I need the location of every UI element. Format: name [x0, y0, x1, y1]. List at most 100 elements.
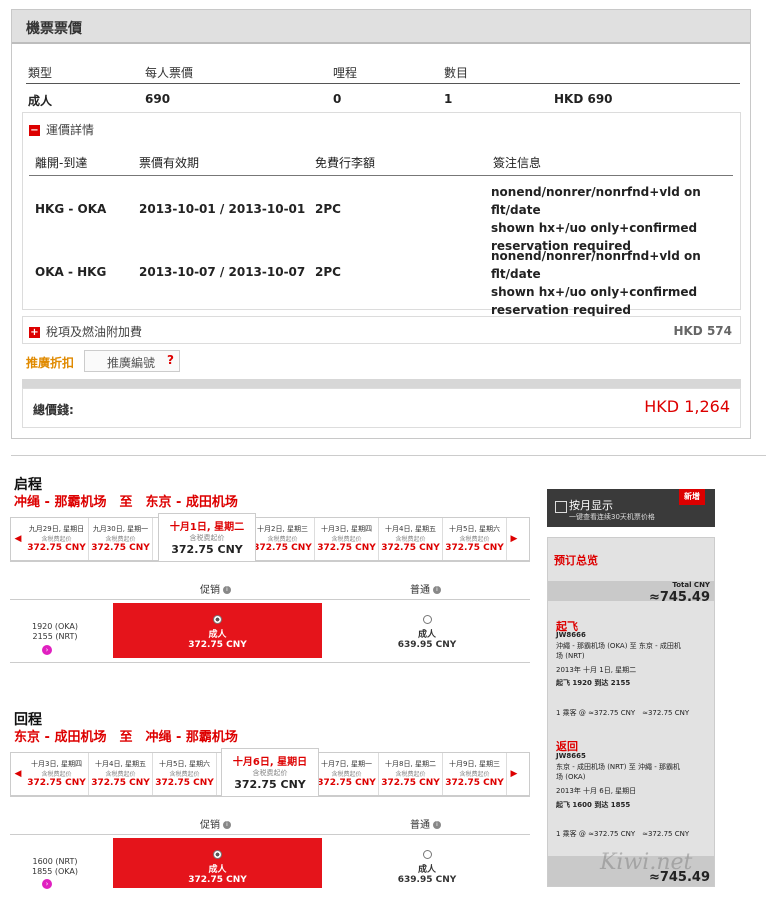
route-line: 东京 - 成田机场 (NRT) 至 沖繩 - 那霸机: [556, 763, 680, 771]
fare-pax: 成人: [208, 630, 227, 640]
date-label: 九月30日, 星期一: [92, 525, 149, 533]
date-option[interactable]: 九月29日, 星期日 含税费起价 372.75 CNY: [25, 518, 89, 560]
fare-detail-box: − 運價詳情 離開-到達 票價有效期 免費行李額 簽注信息 HKG - OKA 2…: [22, 112, 741, 317]
inbound-route: 东京 - 成田机场 至 冲绳 - 那霸机场: [14, 730, 238, 745]
detail-bag: 2PC: [315, 202, 341, 216]
date-option[interactable]: 十月5日, 星期六 含税费起价 372.75 CNY: [153, 753, 217, 795]
fare-title: 機票票價: [12, 10, 750, 44]
date-label: 十月3日, 星期四: [31, 760, 82, 768]
note-line: nonend/nonrer/nonrfnd+vld on flt/date: [491, 185, 701, 217]
radio-icon[interactable]: [422, 850, 432, 859]
date-label: 十月4日, 星期五: [385, 525, 436, 533]
date-sub: 含税费起价: [105, 771, 136, 778]
promo-column-header: 促销 i: [200, 581, 231, 596]
inbound-promo-fare[interactable]: 成人 372.75 CNY: [113, 838, 322, 888]
flight-info-icon[interactable]: ›: [42, 879, 52, 889]
tax-box[interactable]: + 稅項及燃油附加費 HKD 574: [22, 316, 741, 344]
month-view-banner[interactable]: 按月显示 一键查看连续30天机票价格 新增: [547, 489, 715, 527]
promo-code-input[interactable]: 推廣編號 ?: [84, 350, 180, 372]
date-option[interactable]: 十月7日, 星期一 含税费起价 372.75 CNY: [315, 753, 379, 795]
flight-time: 1855 (OKA): [31, 867, 79, 876]
promo-label: 促销: [200, 585, 220, 596]
outbound-date-strip: ◀ 九月29日, 星期日 含税费起价 372.75 CNY 九月30日, 星期一 含税…: [10, 517, 530, 561]
date-option[interactable]: 九月30日, 星期一 含税费起价 372.75 CNY: [89, 518, 153, 560]
normal-label: 普通: [410, 585, 430, 596]
tax-toggle[interactable]: + 稅項及燃油附加費: [29, 323, 142, 340]
divider: [10, 796, 530, 797]
fare-pax: 成人: [417, 630, 436, 640]
note-line: shown hx+/uo only+confirmed: [491, 221, 698, 235]
total-label: Total CNY: [672, 581, 710, 589]
radio-selected-icon[interactable]: [213, 850, 222, 859]
date-price: 372.75 CNY: [91, 778, 150, 788]
info-icon[interactable]: i: [223, 586, 231, 594]
date-sub: 含税费起价: [267, 536, 298, 543]
date-sub: 含税费起价: [41, 771, 72, 778]
date-label: 十月2日, 星期三: [257, 525, 308, 533]
divider: [10, 561, 530, 562]
outbound-normal-fare[interactable]: 成人 639.95 CNY: [390, 615, 464, 650]
month-view-sub: 一键查看连续30天机票价格: [569, 513, 655, 521]
detail-col-note: 簽注信息: [493, 156, 542, 170]
date-sub: 含税费起价: [331, 771, 362, 778]
note-line: nonend/nonrer/nonrfnd+vld on flt/date: [491, 249, 701, 281]
date-option[interactable]: 十月9日, 星期三 含税费起价 372.75 CNY: [443, 753, 507, 795]
inbound-normal-fare[interactable]: 成人 639.95 CNY: [390, 850, 464, 885]
flight-time: 1600 (NRT): [32, 857, 78, 866]
note-line: shown hx+/uo only+confirmed: [491, 285, 698, 299]
info-icon[interactable]: i: [433, 821, 441, 829]
outbound-selected-date[interactable]: 十月1日, 星期二 含税费起价 372.75 CNY: [158, 513, 256, 561]
selected-date-sub: 含税费起价: [189, 534, 225, 542]
flight-time: 1920 (OKA): [31, 622, 79, 631]
date-label: 十月4日, 星期五: [95, 760, 146, 768]
fare-pax: 成人: [417, 865, 436, 875]
info-icon[interactable]: i: [223, 821, 231, 829]
date-price: 372.75 CNY: [253, 543, 312, 553]
detail-col-valid: 票價有效期: [139, 156, 200, 170]
date-label: 十月3日, 星期四: [321, 525, 372, 533]
col-count: 數目: [444, 66, 469, 80]
return-time: 起飞 1600 到达 1855: [556, 801, 631, 809]
flight-info-icon[interactable]: ›: [42, 645, 52, 655]
date-option[interactable]: 十月4日, 星期五 含税费起价 372.75 CNY: [89, 753, 153, 795]
fare-type: 成人: [28, 94, 53, 108]
fare-price: 639.95 CNY: [397, 875, 457, 885]
radio-icon[interactable]: [422, 615, 432, 624]
date-option[interactable]: 十月4日, 星期五 含税费起价 372.75 CNY: [379, 518, 443, 560]
next-arrow-icon[interactable]: ▶: [507, 518, 521, 560]
date-option[interactable]: 十月5日, 星期六 含税费起价 372.75 CNY: [443, 518, 507, 560]
fare-price: 372.75 CNY: [188, 640, 247, 650]
date-option[interactable]: 十月2日, 星期三 含税费起价 372.75 CNY: [251, 518, 315, 560]
depart-pax: 1 乘客 @ ≈372.75 CNY ≈372.75 CNY: [556, 709, 690, 717]
detail-note: nonend/nonrer/nonrfnd+vld on flt/date sh…: [491, 183, 740, 255]
promo-label: 促销: [200, 820, 220, 831]
selected-date-price: 372.75 CNY: [171, 543, 243, 556]
detail-bag: 2PC: [315, 265, 341, 279]
detail-valid: 2013-10-07 / 2013-10-07: [139, 265, 306, 279]
date-label: 十月7日, 星期一: [321, 760, 372, 768]
next-arrow-icon[interactable]: ▶: [507, 753, 521, 795]
prev-arrow-icon[interactable]: ◀: [11, 518, 25, 560]
help-icon[interactable]: ?: [167, 353, 174, 367]
info-icon[interactable]: i: [433, 586, 441, 594]
fare-detail-title: 運價詳情: [46, 123, 95, 137]
date-option[interactable]: 十月3日, 星期四 含税费起价 372.75 CNY: [315, 518, 379, 560]
inbound-selected-date[interactable]: 十月6日, 星期日 含税费起价 372.75 CNY: [221, 748, 319, 796]
date-option[interactable]: 十月8日, 星期二 含税费起价 372.75 CNY: [379, 753, 443, 795]
date-option[interactable]: 十月3日, 星期四 含税费起价 372.75 CNY: [25, 753, 89, 795]
selected-date-label: 十月1日, 星期二: [169, 522, 245, 533]
fare-price: 372.75 CNY: [188, 875, 247, 885]
date-sub: 含税费起价: [331, 536, 362, 543]
total-value: HKD 1,264: [644, 397, 730, 416]
total-bar: [22, 379, 741, 388]
prev-arrow-icon[interactable]: ◀: [11, 753, 25, 795]
selected-date-label: 十月6日, 星期日: [232, 757, 308, 768]
date-sub: 含税费起价: [395, 536, 426, 543]
depart-flight: JW8666: [556, 631, 586, 639]
outbound-promo-fare[interactable]: 成人 372.75 CNY: [113, 603, 322, 658]
fare-detail-toggle[interactable]: − 運價詳情: [29, 121, 94, 138]
radio-selected-icon[interactable]: [213, 615, 222, 624]
detail-col-bag: 免費行李額: [315, 156, 376, 170]
date-label: 九月29日, 星期日: [28, 525, 85, 533]
depart-route: 沖繩 - 那霸机场 (OKA) 至 东京 - 成田机 场 (NRT): [556, 641, 712, 661]
